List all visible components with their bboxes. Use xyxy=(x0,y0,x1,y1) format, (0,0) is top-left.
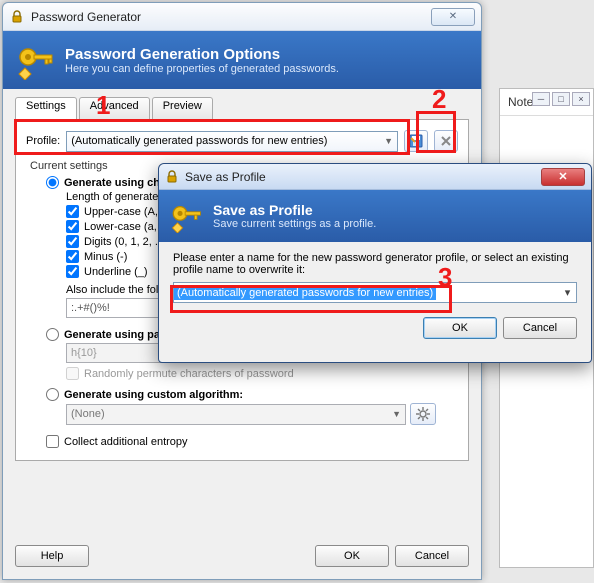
x-icon xyxy=(440,135,452,147)
tab-preview[interactable]: Preview xyxy=(152,97,213,119)
bg-max-icon: □ xyxy=(552,92,570,106)
chk-upper[interactable] xyxy=(66,205,79,218)
cancel-button[interactable]: Cancel xyxy=(395,545,469,567)
help-button[interactable]: Help xyxy=(15,545,89,567)
lock-icon xyxy=(9,9,25,25)
key-icon xyxy=(15,40,55,80)
lock-icon xyxy=(165,170,179,184)
ok-button[interactable]: OK xyxy=(315,545,389,567)
chk-entropy[interactable] xyxy=(46,435,59,448)
save-banner: Save as Profile Save current settings as… xyxy=(159,190,591,242)
chk-permute-label: Randomly permute characters of password xyxy=(84,368,294,380)
tab-settings[interactable]: Settings xyxy=(15,97,77,119)
chk-entropy-label: Collect additional entropy xyxy=(64,436,188,448)
save-banner-title: Save as Profile xyxy=(213,202,376,218)
bg-close-icon: × xyxy=(572,92,590,106)
profile-name-value: (Automatically generated passwords for n… xyxy=(174,286,436,300)
chevron-down-icon: ▼ xyxy=(384,136,393,146)
background-window-buttons: ─ □ × xyxy=(532,92,590,106)
window-title: Password Generator xyxy=(31,10,431,24)
chk-minus[interactable] xyxy=(66,250,79,263)
chevron-down-icon: ▾ xyxy=(559,286,576,299)
custom-algo-settings-button[interactable] xyxy=(410,403,436,425)
save-close-button[interactable]: ✕ xyxy=(541,168,585,186)
tab-advanced[interactable]: Advanced xyxy=(79,97,150,119)
chk-lower[interactable] xyxy=(66,220,79,233)
radio-charset[interactable] xyxy=(46,176,59,189)
chk-digits-label: Digits (0, 1, 2, ...) xyxy=(84,236,168,248)
radio-pattern[interactable] xyxy=(46,328,59,341)
save-titlebar[interactable]: Save as Profile ✕ xyxy=(159,164,591,190)
profile-select[interactable]: (Automatically generated passwords for n… xyxy=(66,131,398,152)
delete-profile-button[interactable] xyxy=(434,130,458,152)
banner: Password Generation Options Here you can… xyxy=(3,31,481,89)
save-floppy-icon xyxy=(409,134,423,148)
radio-custom-label: Generate using custom algorithm: xyxy=(64,389,243,401)
key-icon xyxy=(169,199,203,233)
profile-value: (Automatically generated passwords for n… xyxy=(71,135,327,147)
save-as-profile-dialog: Save as Profile ✕ Save as Profile Save c… xyxy=(158,163,592,363)
window-close-button[interactable]: ✕ xyxy=(431,8,475,26)
save-cancel-button[interactable]: Cancel xyxy=(503,317,577,339)
save-profile-button[interactable] xyxy=(404,130,428,152)
chk-permute xyxy=(66,367,79,380)
banner-subtitle: Here you can define properties of genera… xyxy=(65,63,339,75)
gear-icon xyxy=(416,407,430,421)
chk-underline-label: Underline (_) xyxy=(84,266,148,278)
save-prompt: Please enter a name for the new password… xyxy=(173,252,577,276)
radio-custom[interactable] xyxy=(46,388,59,401)
save-banner-subtitle: Save current settings as a profile. xyxy=(213,218,376,230)
save-ok-button[interactable]: OK xyxy=(423,317,497,339)
save-window-title: Save as Profile xyxy=(185,170,541,184)
bg-min-icon: ─ xyxy=(532,92,550,106)
tabs: Settings Advanced Preview xyxy=(15,97,469,119)
profile-name-combo[interactable]: (Automatically generated passwords for n… xyxy=(173,282,577,303)
chk-digits[interactable] xyxy=(66,235,79,248)
chevron-down-icon: ▼ xyxy=(392,409,401,419)
chk-underline[interactable] xyxy=(66,265,79,278)
profile-label: Profile: xyxy=(26,135,60,147)
banner-title: Password Generation Options xyxy=(65,46,339,63)
chk-minus-label: Minus (-) xyxy=(84,251,127,263)
titlebar[interactable]: Password Generator ✕ xyxy=(3,3,481,31)
custom-algo-select[interactable]: (None) ▼ xyxy=(66,404,406,425)
